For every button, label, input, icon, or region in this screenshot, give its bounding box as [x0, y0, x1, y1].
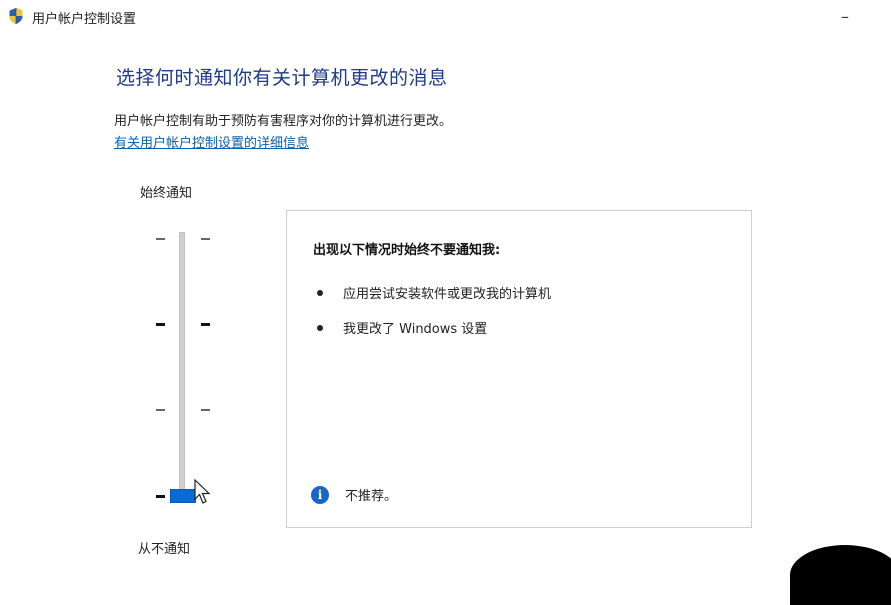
setting-description-panel: 出现以下情况时始终不要通知我: 应用尝试安装软件或更改我的计算机 我更改了 Wi… [286, 210, 752, 528]
slider-thumb[interactable] [170, 489, 196, 503]
page-heading: 选择何时通知你有关计算机更改的消息 [116, 67, 448, 89]
shield-icon [8, 7, 24, 25]
note-text: 不推荐。 [345, 489, 398, 504]
corner-overlay [790, 545, 891, 605]
slider-tick-left [156, 238, 165, 240]
slider-tick-left [156, 323, 165, 326]
bullet-text: 应用尝试安装软件或更改我的计算机 [343, 287, 552, 302]
slider-track[interactable] [179, 232, 185, 502]
slider-bottom-label: 从不通知 [138, 542, 191, 557]
slider-tick-right [201, 409, 210, 411]
slider-tick-left [156, 409, 165, 411]
minimize-button[interactable]: – [825, 0, 865, 32]
info-icon: i [311, 485, 329, 504]
list-item: 我更改了 Windows 设置 [317, 318, 487, 337]
title-bar: 用户帐户控制设置 – [0, 0, 891, 32]
bullet-icon [317, 324, 323, 331]
slider-tick-right [201, 238, 210, 240]
bullet-icon [317, 289, 323, 296]
page-description: 用户帐户控制有助于预防有害程序对你的计算机进行更改。 [114, 114, 453, 129]
details-link[interactable]: 有关用户帐户控制设置的详细信息 [114, 132, 309, 151]
slider-tick-left [156, 495, 165, 498]
window-title: 用户帐户控制设置 [32, 12, 137, 27]
panel-title: 出现以下情况时始终不要通知我: [313, 243, 501, 258]
bullet-text: 我更改了 Windows 设置 [343, 322, 488, 337]
slider-top-label: 始终通知 [140, 186, 193, 201]
recommendation-note: i 不推荐。 [311, 485, 397, 504]
slider-tick-right [201, 323, 210, 326]
list-item: 应用尝试安装软件或更改我的计算机 [317, 283, 551, 302]
mouse-cursor-icon [194, 478, 212, 509]
